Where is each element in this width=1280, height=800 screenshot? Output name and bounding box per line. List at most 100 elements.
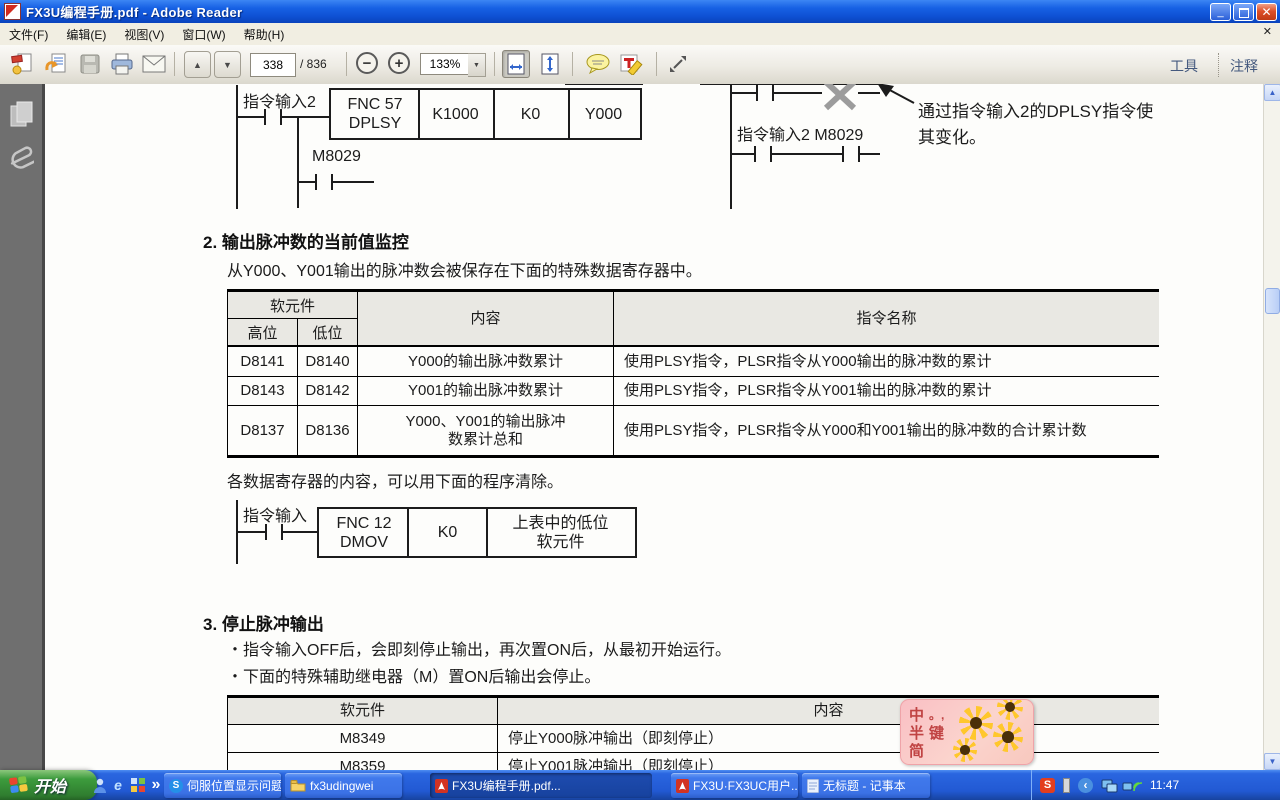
scrollbar-thumb[interactable] [1265,288,1280,314]
ladder2-instruction-box: FNC 12 DMOV K0 上表中的低位 软元件 [320,510,634,555]
email-icon [142,55,166,73]
notepad-icon [807,779,819,793]
tools-pane-button[interactable]: 工具 [1170,56,1198,76]
cell-content-line1: Y000、Y001的输出脉冲 [405,413,565,431]
zoom-dropdown-button[interactable]: ▼ [468,53,486,77]
navigation-sidebar [0,84,42,770]
start-button[interactable]: 开始 [0,770,97,800]
clear-note: 各数据寄存器的内容，可以用下面的程序清除。 [227,468,563,492]
menu-help[interactable]: 帮助(H) [235,24,294,45]
taskbar-button-pdf2[interactable]: FX3U·FX3UC用户... [671,773,798,798]
zoom-in-button[interactable]: + [388,52,410,74]
zoom-level-value[interactable]: 133% [420,53,470,75]
document-page: 指令输入2 FNC 57 DPLSY K1000 K0 Y000 M8029 指… [45,84,1263,770]
wireless-tray-icon[interactable] [1122,778,1142,793]
menu-file[interactable]: 文件(F) [0,24,57,45]
cell-content-line2: 数累计总和 [448,431,523,449]
cell-content: Y000的输出脉冲数累计 [358,347,614,376]
fit-page-button[interactable] [536,50,564,78]
toolbar-separator [656,52,657,76]
comments-pane-button[interactable]: 注释 [1230,56,1258,76]
ime-simplified-button[interactable]: 简 [909,740,924,761]
comment-bubble-icon [585,53,611,75]
cell-high: D8141 [228,347,298,376]
page-number-input[interactable] [250,53,296,77]
ladder-note-line2: 其变化。 [918,123,986,148]
menu-window[interactable]: 窗口(W) [173,24,234,45]
taskbar-button-browser[interactable]: S 伺服位置显示问题... [164,773,281,798]
page-thumbnails-button[interactable] [9,100,35,135]
menu-edit[interactable]: 编辑(E) [57,24,115,45]
scroll-up-icon: ▲ [1269,88,1277,97]
taskbar-button-label: FX3U编程手册.pdf... [452,777,561,794]
cell-low: D8140 [298,347,358,376]
network-tray-icon[interactable] [1101,778,1118,793]
print-button[interactable] [108,50,136,78]
zoom-out-button[interactable]: − [356,52,378,74]
send-file-button[interactable] [42,50,70,78]
internet-explorer-quicklaunch-icon[interactable]: e [110,777,126,793]
minimize-button[interactable]: _ [1210,3,1231,21]
ime-punctuation-button[interactable]: 。, [929,706,944,723]
quicklaunch-more-chevron-icon[interactable]: » [148,777,164,793]
previous-page-icon: ▲ [193,60,202,70]
scrolling-mode-button[interactable] [502,50,530,78]
table-row: D8141 D8140 Y000的输出脉冲数累计 使用PLSY指令，PLSR指令… [228,347,1159,377]
fnc-number: FNC 57 [347,95,402,114]
cell-high: D8137 [228,406,298,455]
ladder2-operand2: 上表中的低位 软元件 [487,510,634,555]
next-page-button[interactable]: ▼ [214,51,241,78]
table1-header-device: 软元件 [228,292,357,319]
cell-low: D8136 [298,406,358,455]
table-row: D8143 D8142 Y001的输出脉冲数累计 使用PLSY指令，PLSR指令… [228,377,1159,406]
send-file-icon [44,52,68,76]
ime-softkeyboard-button[interactable]: 键 [929,722,944,743]
flower-decoration [959,706,993,740]
pulse-monitor-table: 软元件 高位 低位 内容 指令名称 D8141 D8140 Y000的输出脉冲数… [227,289,1159,458]
comment-button[interactable] [584,50,612,78]
taskbar-button-label: 无标题 - 记事本 [823,777,906,794]
close-button[interactable]: ✕ [1256,3,1277,21]
ladder-right-label: 指令输入2 M8029 [737,121,863,145]
clock: 11:47 [1150,778,1179,792]
ladder1-fnc-cell: FNC 57 DPLSY [332,91,418,137]
taskbar-button-label: FX3U·FX3UC用户... [693,777,798,794]
previous-page-button[interactable]: ▲ [184,51,211,78]
pdf-icon [676,779,689,793]
messenger-quicklaunch-icon[interactable] [92,777,108,793]
attachments-button[interactable] [10,140,34,181]
ladder1-m8029-label: M8029 [312,148,361,166]
table1-header-content: 内容 [358,292,614,345]
collapse-tray-chevron-icon[interactable]: ‹ [1078,778,1093,793]
highlight-text-button[interactable] [618,50,646,78]
table2-header-content: 内容 [498,698,1159,724]
toolbar-separator [572,52,573,76]
taskbar-button-pdf-active[interactable]: FX3U编程手册.pdf... [430,773,652,798]
fullscreen-button[interactable] [664,50,692,78]
pdf-app-icon [4,3,21,20]
adobe-reader-window: FX3U编程手册.pdf - Adobe Reader _ ✕ 文件(F) 编辑… [0,0,1280,800]
folder-icon [290,779,306,792]
scroll-down-button[interactable]: ▼ [1264,753,1280,770]
ladder2-fnc-cell: FNC 12 DMOV [320,510,408,555]
menu-view[interactable]: 视图(V) [115,24,173,45]
vertical-scrollbar[interactable]: ▲ ▼ [1263,84,1280,770]
section3-bullet2: ・下面的特殊辅助继电器（M）置ON后输出会停止。 [227,663,600,687]
ime-language-bar[interactable]: 中 。, 半 键 简 [900,699,1034,765]
table-row: D8137 D8136 Y000、Y001的输出脉冲 数累计总和 使用PLSY指… [228,406,1159,455]
save-button[interactable] [76,50,104,78]
open-button[interactable] [8,50,36,78]
close-pane-icon[interactable]: ✕ [1263,25,1272,38]
app-quicklaunch-icon[interactable] [130,777,146,793]
scroll-up-button[interactable]: ▲ [1264,84,1280,101]
next-page-icon: ▼ [223,60,232,70]
taskbar-button-notepad[interactable]: 无标题 - 记事本 [802,773,930,798]
taskbar-button-folder[interactable]: fx3udingwei [285,773,402,798]
menu-bar: 文件(F) 编辑(E) 视图(V) 窗口(W) 帮助(H) ✕ [0,23,1280,46]
restore-button[interactable] [1233,3,1254,21]
device-tray-icon[interactable] [1063,778,1070,793]
toolbar-separator [174,52,175,76]
flower-decoration [997,699,1023,720]
sogou-tray-icon[interactable]: S [1040,778,1055,793]
email-button[interactable] [140,50,168,78]
